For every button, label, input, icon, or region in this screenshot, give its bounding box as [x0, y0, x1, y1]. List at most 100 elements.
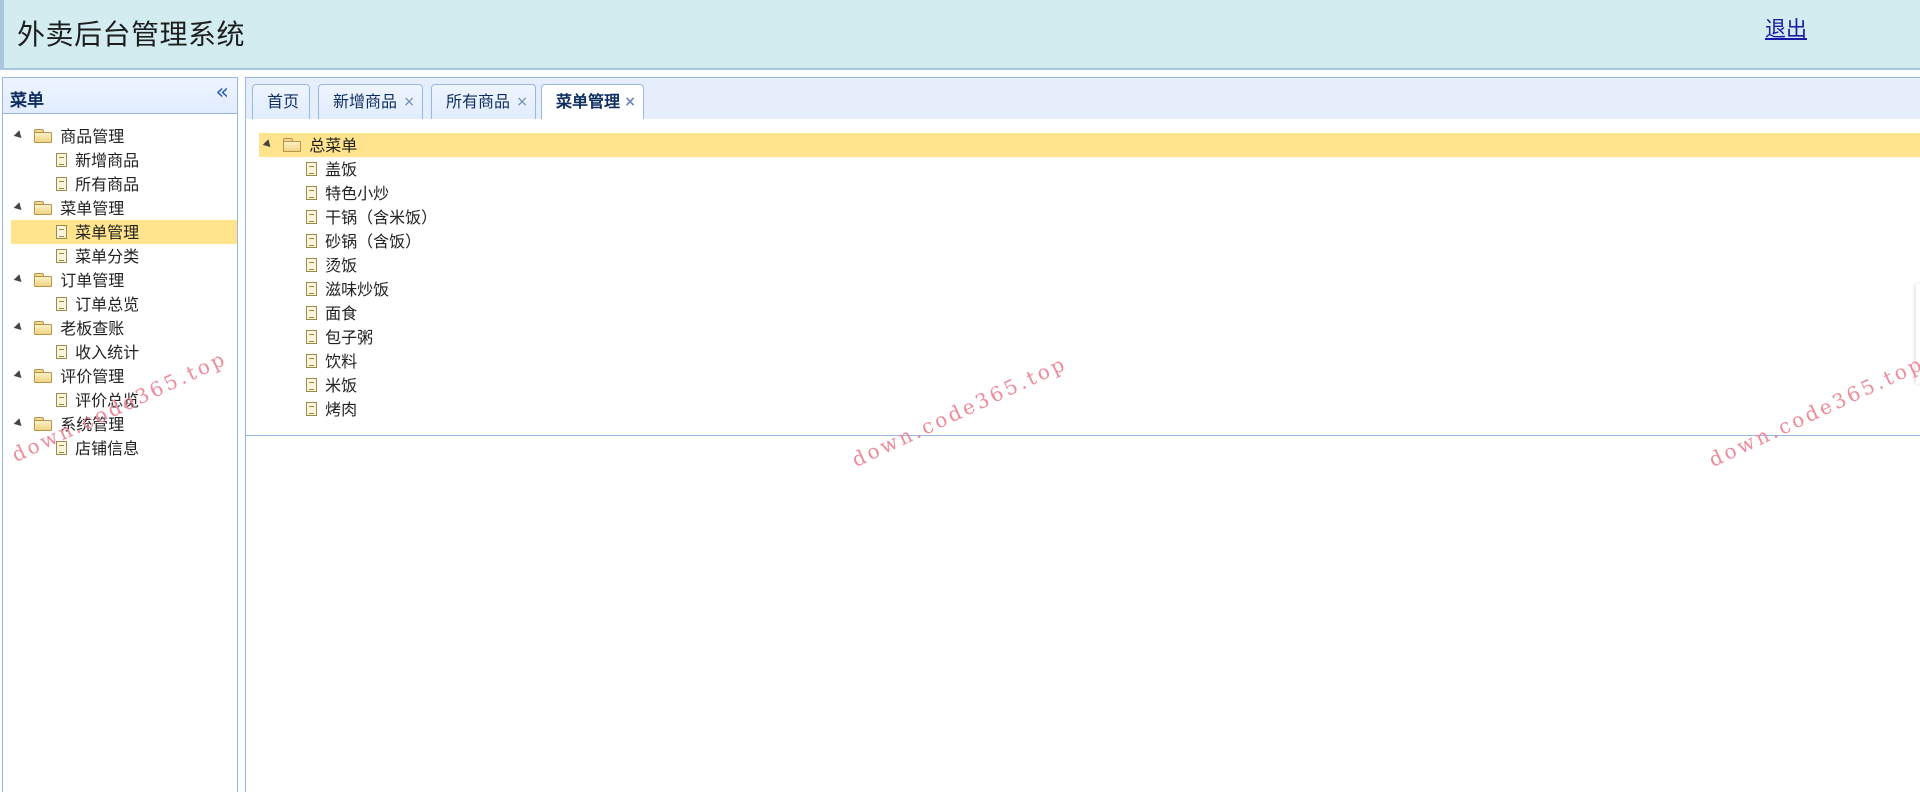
file-icon — [56, 224, 67, 239]
menu-tree-panel: 总菜单 盖饭 特色小炒 干锅（含米饭） 砂锅（含饭） 烫饭 滋味炒饭 面食 包子… — [246, 119, 1920, 436]
sidebar-group-label: 订单管理 — [60, 270, 125, 290]
file-icon — [306, 305, 317, 320]
folder-icon — [34, 417, 53, 431]
menu-item-label: 米饭 — [325, 375, 358, 395]
app-title: 外卖后台管理系统 — [17, 18, 246, 51]
sidebar-item-label: 评价总览 — [75, 390, 140, 410]
sidebar-group-label: 老板查账 — [60, 318, 125, 338]
expand-toggle-icon[interactable] — [13, 417, 25, 429]
menu-item-label: 盖饭 — [325, 159, 358, 179]
menu-tree-item[interactable]: 烤肉 — [306, 397, 357, 421]
sidebar-item-label: 收入统计 — [75, 342, 140, 362]
file-icon — [56, 176, 67, 191]
file-icon — [306, 329, 317, 344]
sidebar-group-review-management[interactable]: 评价管理 — [13, 364, 125, 388]
menu-tree-root[interactable]: 总菜单 — [259, 133, 1920, 157]
sidebar-group-product-management[interactable]: 商品管理 — [13, 124, 125, 148]
close-icon[interactable]: × — [403, 85, 415, 119]
menu-item-label: 饮料 — [325, 351, 358, 371]
main-panel: 首页 新增商品 × 所有商品 × 菜单管理 × 总菜单 盖饭 特色小炒 干锅（含… — [245, 77, 1920, 792]
sidebar-item-income-stats[interactable]: 收入统计 — [56, 340, 139, 364]
expand-toggle-icon[interactable] — [13, 129, 25, 141]
file-icon — [306, 401, 317, 416]
tabs-bar: 首页 新增商品 × 所有商品 × 菜单管理 × — [246, 78, 1920, 121]
sidebar-group-system-management[interactable]: 系统管理 — [13, 412, 125, 436]
expand-toggle-icon[interactable] — [13, 273, 25, 285]
sidebar-group-order-management[interactable]: 订单管理 — [13, 268, 125, 292]
menu-tree-item[interactable]: 米饭 — [306, 373, 357, 397]
file-icon — [56, 344, 67, 359]
sidebar-group-menu-management[interactable]: 菜单管理 — [13, 196, 125, 220]
sidebar-item-shop-info[interactable]: 店铺信息 — [56, 436, 139, 460]
tab-menu-management[interactable]: 菜单管理 × — [541, 84, 644, 121]
sidebar-item-menu-management[interactable]: 菜单管理 — [11, 220, 237, 244]
menu-tree-item[interactable]: 包子粥 — [306, 325, 373, 349]
tab-label: 菜单管理 — [556, 92, 621, 111]
file-icon — [306, 353, 317, 368]
menu-tree-item[interactable]: 干锅（含米饭） — [306, 205, 437, 229]
expand-toggle-icon[interactable] — [262, 138, 274, 150]
file-icon — [306, 209, 317, 224]
folder-icon — [34, 129, 53, 143]
sidebar-item-menu-category[interactable]: 菜单分类 — [56, 244, 139, 268]
menu-item-label: 面食 — [325, 303, 358, 323]
sidebar-group-label: 评价管理 — [60, 366, 125, 386]
tab-home[interactable]: 首页 — [252, 84, 310, 120]
menu-item-label: 滋味炒饭 — [325, 279, 390, 299]
menu-tree-item[interactable]: 滋味炒饭 — [306, 277, 389, 301]
sidebar-item-label: 所有商品 — [75, 174, 140, 194]
sidebar-item-label: 菜单管理 — [75, 222, 140, 242]
sidebar-group-label: 系统管理 — [60, 414, 125, 434]
menu-tree-item[interactable]: 特色小炒 — [306, 181, 389, 205]
double-chevron-left-icon[interactable]: « — [216, 82, 229, 104]
sidebar-item-all-products[interactable]: 所有商品 — [56, 172, 139, 196]
menu-item-label: 干锅（含米饭） — [325, 207, 438, 227]
menu-tree-item[interactable]: 盖饭 — [306, 157, 357, 181]
tab-label: 新增商品 — [333, 92, 398, 111]
file-icon — [56, 152, 67, 167]
sidebar-group-label: 商品管理 — [60, 126, 125, 146]
menu-tree-root-label: 总菜单 — [309, 135, 358, 155]
file-icon — [56, 296, 67, 311]
sidebar-item-label: 订单总览 — [75, 294, 140, 314]
expand-toggle-icon[interactable] — [13, 369, 25, 381]
menu-tree-item[interactable]: 面食 — [306, 301, 357, 325]
app-header: 外卖后台管理系统 退出 — [0, 0, 1920, 70]
close-icon[interactable]: × — [516, 85, 528, 119]
menu-tree-item[interactable]: 饮料 — [306, 349, 357, 373]
file-icon — [306, 233, 317, 248]
tab-all-products[interactable]: 所有商品 × — [431, 84, 536, 120]
tab-add-product[interactable]: 新增商品 × — [318, 84, 423, 120]
file-icon — [56, 392, 67, 407]
sidebar-title: 菜单 — [10, 91, 44, 111]
menu-item-label: 砂锅（含饭） — [325, 231, 422, 251]
folder-icon — [34, 201, 53, 215]
folder-icon — [34, 321, 53, 335]
expand-toggle-icon[interactable] — [13, 321, 25, 333]
file-icon — [56, 440, 67, 455]
menu-tree-item[interactable]: 烫饭 — [306, 253, 357, 277]
menu-item-label: 包子粥 — [325, 327, 374, 347]
file-icon — [306, 377, 317, 392]
menu-item-label: 烫饭 — [325, 255, 358, 275]
sidebar-item-order-overview[interactable]: 订单总览 — [56, 292, 139, 316]
file-icon — [306, 281, 317, 296]
file-icon — [306, 257, 317, 272]
sidebar-item-add-product[interactable]: 新增商品 — [56, 148, 139, 172]
sidebar-item-label: 店铺信息 — [75, 438, 140, 458]
sidebar-group-boss-accounts[interactable]: 老板查账 — [13, 316, 125, 340]
expand-toggle-icon[interactable] — [13, 201, 25, 213]
menu-item-label: 烤肉 — [325, 399, 358, 419]
sidebar-item-label: 新增商品 — [75, 150, 140, 170]
scrollbar[interactable] — [1916, 284, 1920, 384]
tab-label: 所有商品 — [446, 92, 511, 111]
menu-tree-item[interactable]: 砂锅（含饭） — [306, 229, 421, 253]
sidebar-group-label: 菜单管理 — [60, 198, 125, 218]
file-icon — [56, 248, 67, 263]
close-icon[interactable]: × — [624, 85, 636, 119]
logout-link[interactable]: 退出 — [1765, 13, 1807, 43]
sidebar-header: 菜单 « — [3, 78, 237, 114]
sidebar-item-review-overview[interactable]: 评价总览 — [56, 388, 139, 412]
sidebar-item-label: 菜单分类 — [75, 246, 140, 266]
sidebar-panel: 菜单 « 商品管理 新增商品 所有商品 菜单管理 菜单管理 菜单分类 订单管理 … — [2, 77, 238, 792]
